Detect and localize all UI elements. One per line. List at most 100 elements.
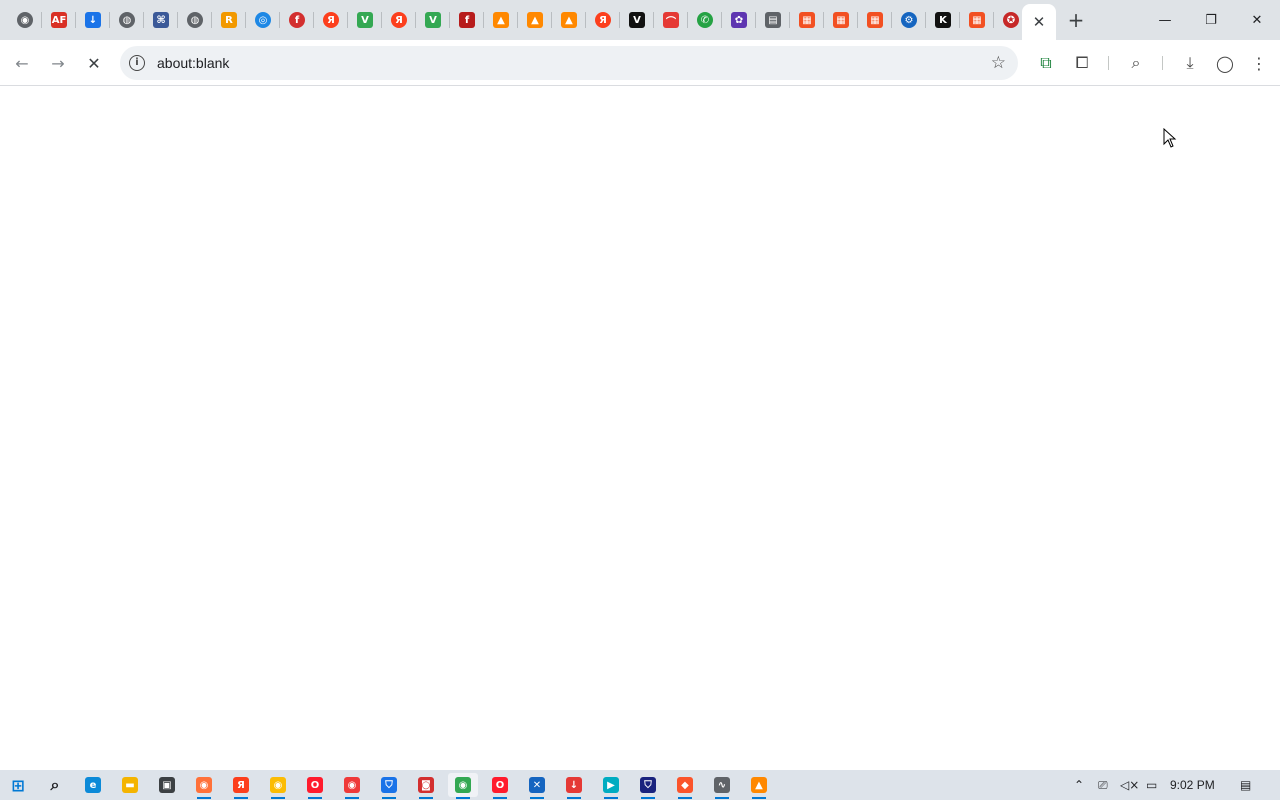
- pinned-tab[interactable]: ▦: [790, 0, 824, 40]
- pinned-tab[interactable]: ⚙: [892, 0, 926, 40]
- pinned-tab[interactable]: V: [620, 0, 654, 40]
- camera-icon: ◙: [418, 777, 434, 793]
- extension-icon[interactable]: ⧉: [1034, 51, 1058, 75]
- action-center-icon[interactable]: ▤: [1240, 770, 1251, 800]
- stop-loading-button[interactable]: ✕: [80, 49, 108, 77]
- chrome-menu-icon[interactable]: ⋮: [1247, 51, 1271, 75]
- pinned-tab[interactable]: ⌘: [144, 0, 178, 40]
- close-window-button[interactable]: ✕: [1234, 0, 1280, 40]
- pinned-tab[interactable]: ⌒: [654, 0, 688, 40]
- site-info-icon[interactable]: i: [129, 55, 145, 71]
- firefox-icon: ◉: [196, 777, 212, 793]
- pinned-tab[interactable]: V: [416, 0, 450, 40]
- tab-search-icon[interactable]: ⌕: [1124, 51, 1148, 75]
- taskbar-item[interactable]: ◆: [670, 773, 700, 799]
- pinned-tab[interactable]: ◉: [8, 0, 42, 40]
- pinned-tab[interactable]: ↓: [76, 0, 110, 40]
- pinned-tab[interactable]: Я: [382, 0, 416, 40]
- windows-taskbar: ⊞ ⌕ e ▬ ▣ ◉ Я ◉ O ◉ ⛉ ◙ ◉ O ✕ ↓ ▶ ⛉ ◆ ∿ ▲ ⌃ ⎚ ◁× ▭ 9:02 PM ▤: [0, 770, 1280, 800]
- volume-muted-icon[interactable]: ◁×: [1120, 770, 1139, 800]
- pinned-tab[interactable]: ▲: [552, 0, 586, 40]
- yandex-icon: Я: [391, 12, 407, 28]
- network-icon[interactable]: ▭: [1146, 770, 1157, 800]
- media-icon: ▶: [603, 777, 619, 793]
- taskbar-item[interactable]: ◉: [448, 773, 478, 799]
- taskbar-item[interactable]: O: [300, 773, 330, 799]
- downloads-icon[interactable]: ⤓: [1178, 51, 1202, 75]
- globe-icon: ◍: [187, 12, 203, 28]
- new-tab-button[interactable]: +: [1062, 6, 1090, 34]
- pinned-tab[interactable]: V: [348, 0, 382, 40]
- profile-icon[interactable]: ◯: [1213, 51, 1237, 75]
- active-tab[interactable]: ✕: [1022, 4, 1056, 40]
- defender-icon: ⛉: [381, 777, 397, 793]
- yandex-icon: Я: [595, 12, 611, 28]
- taskbar-item[interactable]: ▲: [744, 773, 774, 799]
- vlc-icon: ▲: [527, 12, 543, 28]
- pinned-tab[interactable]: R: [212, 0, 246, 40]
- microsoft-icon: ▦: [833, 12, 849, 28]
- taskbar-item[interactable]: ▣: [152, 773, 182, 797]
- taskbar-item[interactable]: ↓: [559, 773, 589, 799]
- pinned-tabs: ◉ AF ↓ ◍ ⌘ ◍ R ◎ f Я V Я Vf ▲ ▲ ▲ Я V ⌒ ✆ ✿ ▤ ▦ ▦ ▦ ⚙ K ▦ ✪: [8, 0, 1028, 40]
- taskbar-item[interactable]: ▶: [596, 773, 626, 799]
- microsoft-icon: ▦: [799, 12, 815, 28]
- show-hidden-icons-button[interactable]: ⌃: [1074, 770, 1084, 800]
- pinned-tab[interactable]: ▤: [756, 0, 790, 40]
- taskbar-item[interactable]: ⛉: [633, 773, 663, 799]
- forward-button[interactable]: →: [44, 49, 72, 77]
- back-button[interactable]: ←: [8, 49, 36, 77]
- toolbar-divider: [1108, 56, 1109, 70]
- restore-button[interactable]: ❐: [1188, 0, 1234, 40]
- pinned-tab[interactable]: ◍: [178, 0, 212, 40]
- taskbar-item[interactable]: O: [485, 773, 515, 799]
- taskbar-item[interactable]: ◉: [263, 773, 293, 799]
- taskbar-item[interactable]: Я: [226, 773, 256, 799]
- taskbar-item[interactable]: ◙: [411, 773, 441, 799]
- extensions-puzzle-icon[interactable]: ⧠: [1070, 51, 1094, 75]
- blank-page-content: [0, 87, 1280, 770]
- af-icon: AF: [51, 12, 67, 28]
- pinned-tab[interactable]: f: [280, 0, 314, 40]
- close-tab-icon[interactable]: ✕: [1033, 13, 1046, 31]
- flower-icon: ✿: [731, 12, 747, 28]
- meet-now-icon[interactable]: ⎚: [1098, 770, 1108, 800]
- taskbar-item[interactable]: ◉: [337, 773, 367, 799]
- chrome-icon: ◉: [455, 777, 471, 793]
- pinned-tab[interactable]: K: [926, 0, 960, 40]
- microsoft-icon: ▦: [969, 12, 985, 28]
- yandex-browser-icon: Я: [233, 777, 249, 793]
- bookmark-star-icon[interactable]: ☆: [991, 53, 1006, 73]
- pinned-tab[interactable]: f: [450, 0, 484, 40]
- taskbar-item[interactable]: ▬: [115, 773, 145, 797]
- taskbar-item[interactable]: e: [78, 773, 108, 797]
- taskbar-clock[interactable]: 9:02 PM: [1170, 778, 1215, 792]
- tab-strip: ◉ AF ↓ ◍ ⌘ ◍ R ◎ f Я V Я Vf ▲ ▲ ▲ Я V ⌒ ✆ ✿ ▤ ▦ ▦ ▦ ⚙ K ▦ ✪ ✕ + — ❐ …: [0, 0, 1280, 40]
- address-bar[interactable]: i about:blank ☆: [120, 46, 1018, 80]
- puzzle-site-icon: ⌘: [153, 12, 169, 28]
- pinned-tab[interactable]: ✿: [722, 0, 756, 40]
- taskbar-item[interactable]: ∿: [707, 773, 737, 799]
- pinned-tab[interactable]: ▦: [858, 0, 892, 40]
- taskbar-item[interactable]: ✕: [522, 773, 552, 799]
- pinned-tab[interactable]: Я: [314, 0, 348, 40]
- pinned-tab[interactable]: ▲: [484, 0, 518, 40]
- taskbar-item[interactable]: ⌕: [40, 773, 70, 797]
- url-text[interactable]: about:blank: [157, 55, 229, 71]
- taskbar-item[interactable]: ⛉: [374, 773, 404, 799]
- pinned-tab[interactable]: ◎: [246, 0, 280, 40]
- pinned-tab[interactable]: ◍: [110, 0, 144, 40]
- pinned-tab[interactable]: Я: [586, 0, 620, 40]
- pinned-tab[interactable]: ▦: [824, 0, 858, 40]
- windows-start-icon: ⊞: [11, 775, 25, 795]
- vlc-icon: ▲: [493, 12, 509, 28]
- pinned-tab[interactable]: ✆: [688, 0, 722, 40]
- pinned-tab[interactable]: ▲: [518, 0, 552, 40]
- taskbar-item[interactable]: ⊞: [3, 773, 33, 797]
- tool-icon: ✕: [529, 777, 545, 793]
- pinned-tab[interactable]: ▦: [960, 0, 994, 40]
- pinned-tab[interactable]: AF: [42, 0, 76, 40]
- browser-toolbar: ← → ✕ i about:blank ☆ ⧉ ⧠ ⌕ ⤓ ◯ ⋮: [0, 40, 1280, 86]
- minimize-button[interactable]: —: [1142, 0, 1188, 40]
- taskbar-item[interactable]: ◉: [189, 773, 219, 799]
